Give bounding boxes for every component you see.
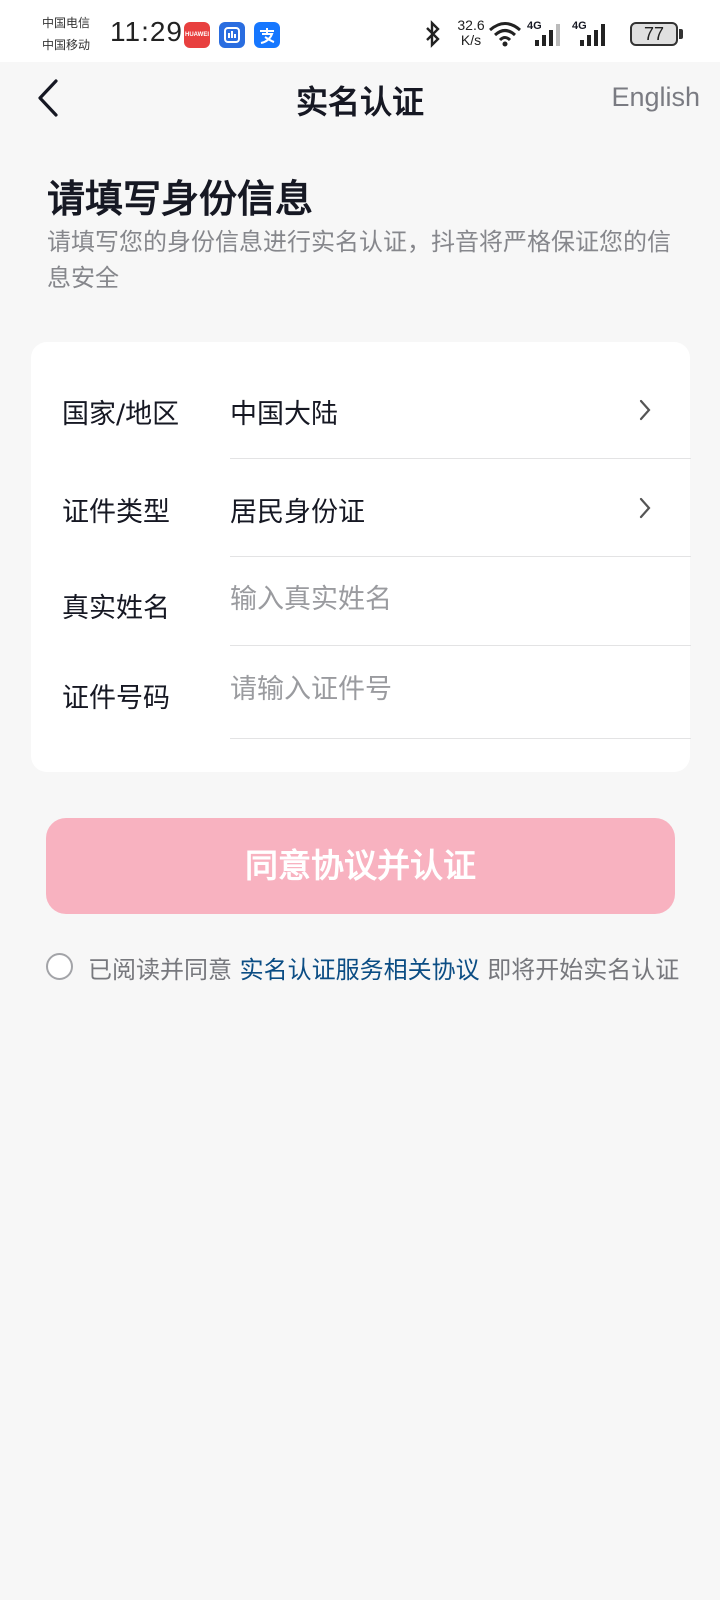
country-region-label: 国家/地区 [62, 399, 180, 430]
network-speed-unit: K/s [460, 32, 482, 48]
language-switch-link[interactable]: English [611, 82, 700, 113]
agreement-prefix: 已阅读并同意 [88, 956, 240, 984]
divider [230, 556, 691, 557]
country-region-value: 中国大陆 [230, 399, 338, 430]
id-type-row[interactable]: 证件类型 居民身份证 [31, 460, 691, 558]
identity-form: 国家/地区 中国大陆 证件类型 居民身份证 真实姓名 证件号码 [31, 342, 691, 772]
battery-icon: 77 [630, 22, 678, 46]
agreement-checkbox[interactable] [46, 953, 73, 980]
section-heading: 请填写身份信息 [47, 177, 314, 221]
real-name-label: 真实姓名 [62, 593, 170, 624]
id-number-row: 证件号码 [31, 646, 691, 739]
agreement-suffix: 即将开始实名认证 [479, 956, 680, 984]
alipay-icon [254, 22, 280, 48]
agreement-link[interactable]: 实名认证服务相关协议 [240, 956, 480, 984]
battery-level: 77 [643, 24, 665, 44]
bluetooth-icon [426, 20, 440, 48]
status-bar: 中国电信 中国移动 11:29 HUAWEI 32.6 K/s 4G 4G 77 [0, 0, 720, 62]
id-number-input[interactable] [230, 664, 650, 714]
real-name-row: 真实姓名 [31, 558, 691, 646]
chevron-right-icon [639, 399, 651, 421]
status-time: 11:29 [110, 16, 183, 47]
nav-bar: 实名认证 English [0, 62, 720, 136]
carrier-info: 中国电信 中国移动 [42, 12, 90, 56]
huawei-label: HUAWEI [185, 32, 209, 38]
section-subtitle: 请填写您的身份信息进行实名认证，抖音将严格保证您的信息安全 [47, 228, 671, 292]
id-type-value: 居民身份证 [230, 497, 365, 528]
real-name-input[interactable] [230, 574, 650, 624]
network-speed: 32.6 K/s [451, 18, 491, 48]
chevron-right-icon [639, 497, 651, 519]
id-type-label: 证件类型 [62, 497, 170, 528]
battery-tip [679, 29, 683, 39]
carrier-2: 中国移动 [42, 38, 91, 52]
agree-and-verify-button[interactable]: 同意协议并认证 [46, 818, 675, 914]
huawei-appgallery-icon: HUAWEI [184, 22, 210, 48]
country-region-row[interactable]: 国家/地区 中国大陆 [31, 362, 691, 460]
network-speed-value: 32.6 [457, 17, 485, 33]
divider [230, 738, 691, 739]
id-number-label: 证件号码 [62, 683, 170, 714]
back-button[interactable] [26, 76, 70, 120]
chevron-left-icon [38, 79, 58, 117]
divider [230, 458, 691, 459]
carrier-1: 中国电信 [42, 16, 91, 30]
wifi-icon [489, 22, 521, 47]
agreement-text: 已阅读并同意 实名认证服务相关协议 即将开始实名认证 [88, 950, 720, 990]
huawei-sticker-icon [219, 22, 245, 48]
